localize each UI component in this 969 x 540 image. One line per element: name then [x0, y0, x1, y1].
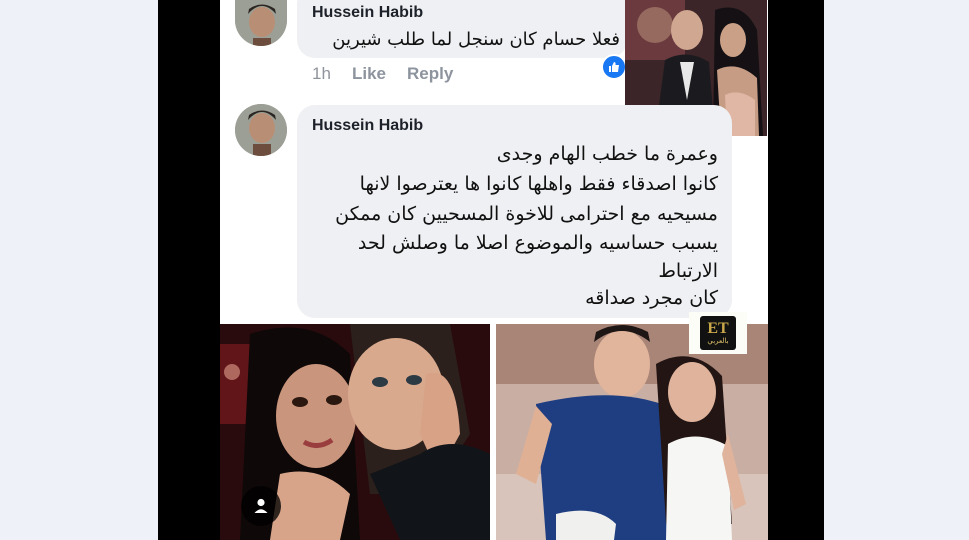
photo-couple-standing: [496, 324, 768, 540]
reply-button[interactable]: Reply: [407, 64, 453, 84]
comment-author[interactable]: Hussein Habib: [312, 4, 423, 22]
like-button[interactable]: Like: [352, 64, 386, 84]
profile-button[interactable]: [241, 486, 281, 526]
et-watermark-logo: ET بالعربي: [689, 312, 747, 354]
comment-text-line: كان مجرد صداقه: [585, 287, 718, 309]
comment-text-line: وعمرة ما خطب الهام وجدى: [496, 143, 718, 165]
comment-feed: Hussein Habib فعلا حسام كان سنجل لما طلب…: [220, 0, 768, 540]
thumbs-up-icon: [601, 54, 627, 80]
et-logo-subtitle: بالعربي: [707, 336, 729, 345]
comment-text-line: الارتباط: [658, 260, 718, 282]
comment-text: فعلا حسام كان سنجل لما طلب شيرين: [332, 29, 620, 50]
person-icon: [254, 498, 268, 513]
left-black-margin: [158, 0, 220, 540]
right-black-margin: [768, 0, 824, 540]
comment-author[interactable]: Hussein Habib: [312, 117, 423, 135]
et-logo-letters: ET: [707, 319, 729, 337]
comment-text-line: كانوا اصدقاء فقط واهلها كانوا ها يعترصوا…: [359, 173, 718, 195]
comment-text-line: مسيحيه مع احترامى للاخوة المسحيين كان مم…: [335, 203, 718, 225]
comment-text-line: يسبب حساسيه والموضوع اصلا ما وصلش لحد: [357, 232, 718, 254]
comment-timestamp[interactable]: 1h: [312, 64, 331, 84]
avatar[interactable]: [235, 104, 287, 156]
avatar[interactable]: [235, 0, 287, 46]
